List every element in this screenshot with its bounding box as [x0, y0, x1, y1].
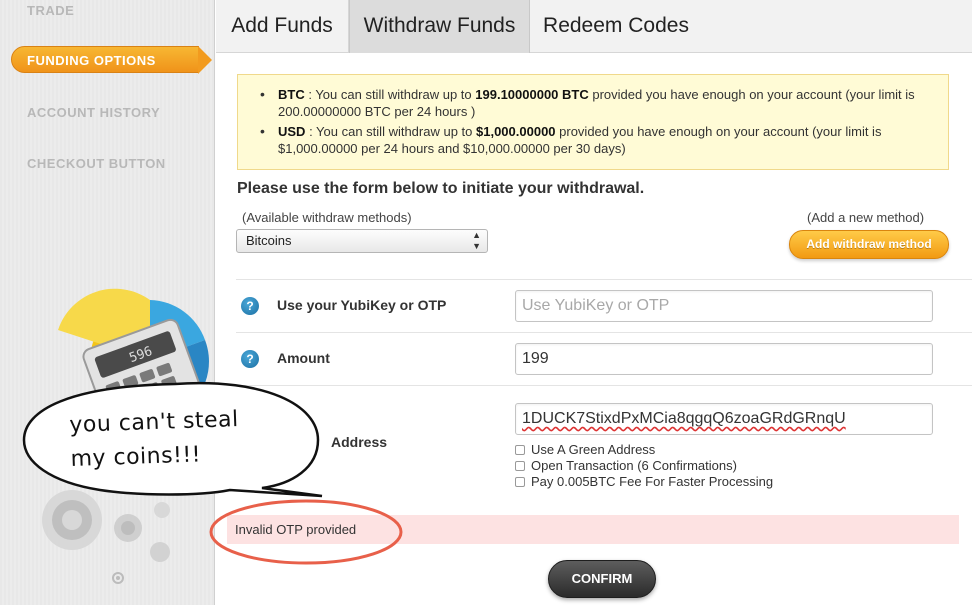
annotation-text: you can't steal my coins!!!	[69, 403, 241, 477]
annotation-line: my coins!!!	[70, 442, 202, 472]
select-arrows-icon: ▲ ▼	[472, 230, 481, 251]
open-transaction-checkbox[interactable]: Open Transaction (6 Confirmations)	[515, 458, 737, 473]
checkbox-icon	[515, 477, 525, 487]
main-panel: Add Funds Withdraw Funds Redeem Codes BT…	[216, 0, 972, 605]
checkbox-icon	[515, 461, 525, 471]
decorative-circles	[42, 490, 170, 584]
amount-label: Amount	[277, 350, 330, 366]
help-icon[interactable]: ?	[241, 350, 259, 368]
tab-redeem-codes[interactable]: Redeem Codes	[530, 0, 702, 53]
amount-input[interactable]: 199	[515, 343, 933, 375]
green-address-checkbox[interactable]: Use A Green Address	[515, 442, 655, 457]
address-value: 1DUCK7StixdPxMCia8qgqQ6zoaGRdGRnqU	[522, 410, 846, 427]
tab-add-funds[interactable]: Add Funds	[216, 0, 349, 53]
address-label: Address	[331, 434, 388, 450]
usd-limit-item: USD : You can still withdraw up to $1,00…	[260, 123, 934, 157]
divider	[236, 385, 972, 386]
divider	[236, 279, 972, 280]
add-withdraw-method-button[interactable]: Add withdraw method	[789, 230, 949, 259]
otp-input[interactable]: Use YubiKey or OTP	[515, 290, 933, 322]
confirm-button[interactable]: CONFIRM	[548, 560, 656, 598]
address-input[interactable]: 1DUCK7StixdPxMCia8qgqQ6zoaGRdGRnqU	[515, 403, 933, 435]
error-message: Invalid OTP provided	[227, 515, 959, 544]
withdraw-method-select[interactable]: Bitcoins ▲ ▼	[236, 229, 488, 253]
annotation-line: you can't steal	[69, 407, 240, 438]
sidebar: TRADE FUNDING OPTIONS ACCOUNT HISTORY CH…	[0, 0, 215, 605]
tab-bar: Add Funds Withdraw Funds Redeem Codes	[216, 0, 972, 53]
fast-fee-checkbox[interactable]: Pay 0.005BTC Fee For Faster Processing	[515, 474, 773, 489]
tab-withdraw-funds[interactable]: Withdraw Funds	[349, 0, 530, 53]
selected-method: Bitcoins	[246, 233, 292, 248]
form-title: Please use the form below to initiate yo…	[237, 180, 645, 197]
help-icon[interactable]: ?	[241, 297, 259, 315]
calculator-illustration: 596	[42, 288, 212, 584]
withdraw-limit-notice: BTC : You can still withdraw up to 199.1…	[237, 74, 949, 170]
checkbox-icon	[515, 445, 525, 455]
methods-label: (Available withdraw methods)	[242, 210, 412, 225]
otp-label: Use your YubiKey or OTP	[277, 297, 447, 313]
btc-limit-item: BTC : You can still withdraw up to 199.1…	[260, 86, 934, 120]
divider	[236, 332, 972, 333]
add-method-label: (Add a new method)	[807, 210, 925, 225]
